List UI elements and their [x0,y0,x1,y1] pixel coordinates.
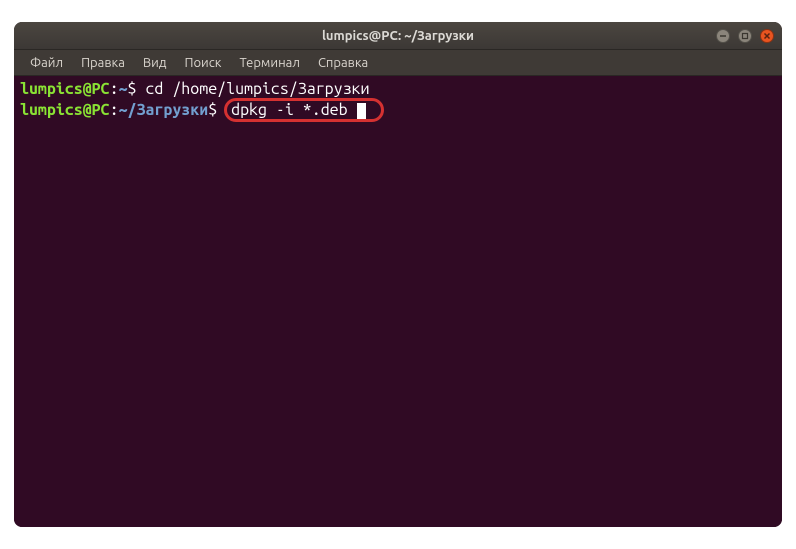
prompt-user: lumpics@PC [20,101,110,119]
prompt-path: ~/Загрузки [119,101,209,119]
menu-file[interactable]: Файл [22,53,71,73]
window-controls [716,29,774,43]
command-text: cd /home/lumpics/Загрузки [145,80,369,98]
menu-terminal[interactable]: Терминал [231,53,307,73]
menubar: Файл Правка Вид Поиск Терминал Справка [14,50,782,76]
highlighted-command: dpkg -i *.deb [224,98,383,122]
menu-search[interactable]: Поиск [176,53,229,73]
prompt-path: ~ [119,80,128,98]
prompt-colon: : [110,101,119,119]
maximize-button[interactable] [738,29,752,43]
window-title: lumpics@PC: ~/Загрузки [322,29,474,43]
prompt-colon: : [110,80,119,98]
menu-help[interactable]: Справка [310,53,376,73]
terminal-line: lumpics@PC:~$ cd /home/lumpics/Загрузки [20,80,776,98]
terminal-line: lumpics@PC:~/Загрузки$ dpkg -i *.deb [20,98,776,122]
close-button[interactable] [760,29,774,43]
titlebar: lumpics@PC: ~/Загрузки [14,22,782,50]
minimize-icon [719,32,727,40]
command-text: dpkg -i *.deb [231,101,347,119]
prompt-dollar: $ [128,80,146,98]
menu-edit[interactable]: Правка [73,53,133,73]
prompt-user: lumpics@PC [20,80,110,98]
terminal-area[interactable]: lumpics@PC:~$ cd /home/lumpics/Загрузки … [14,76,782,527]
menu-view[interactable]: Вид [135,53,175,73]
cursor [357,103,366,119]
terminal-window: lumpics@PC: ~/Загрузки Файл Правка Вид П… [14,22,782,527]
minimize-button[interactable] [716,29,730,43]
maximize-icon [741,32,749,40]
close-icon [763,32,771,40]
